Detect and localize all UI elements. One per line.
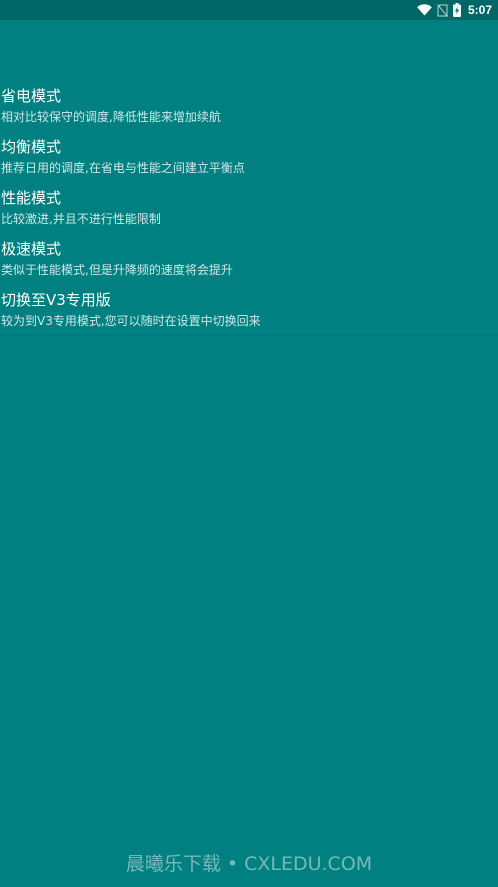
- battery-charging-icon: [452, 3, 461, 17]
- mode-description: 类似于性能模式,但是升降频的速度将会提升: [1, 263, 233, 277]
- mode-description: 比较激进,并且不进行性能限制: [1, 212, 161, 226]
- mode-item-performance[interactable]: 性能模式 比较激进,并且不进行性能限制: [0, 183, 498, 234]
- status-time: 5:07: [467, 3, 492, 17]
- mode-title: 极速模式: [1, 240, 62, 258]
- status-icons: 5:07: [417, 0, 492, 20]
- mode-item-turbo[interactable]: 极速模式 类似于性能模式,但是升降频的速度将会提升: [0, 234, 498, 285]
- mode-item-balanced[interactable]: 均衡模式 推荐日用的调度,在省电与性能之间建立平衡点: [0, 132, 498, 183]
- mode-title: 均衡模式: [1, 138, 62, 156]
- mode-title: 性能模式: [1, 189, 62, 207]
- mode-list: 省电模式 相对比较保守的调度,降低性能来增加续航 均衡模式 推荐日用的调度,在省…: [0, 81, 498, 336]
- mode-item-switch-v3[interactable]: 切换至V3专用版 较为到V3专用模式,您可以随时在设置中切换回来: [0, 285, 498, 336]
- mode-description: 较为到V3专用模式,您可以随时在设置中切换回来: [1, 314, 261, 328]
- mode-description: 相对比较保守的调度,降低性能来增加续航: [1, 110, 221, 124]
- mode-description: 推荐日用的调度,在省电与性能之间建立平衡点: [1, 161, 245, 175]
- watermark: 晨曦乐下载 • CXLEDU.COM: [125, 853, 373, 875]
- wifi-icon: [417, 4, 432, 16]
- mode-title: 省电模式: [1, 87, 62, 105]
- no-sim-icon: [437, 3, 448, 17]
- status-bar: 5:07: [0, 0, 498, 20]
- mode-title: 切换至V3专用版: [1, 291, 111, 309]
- mode-item-power-saving[interactable]: 省电模式 相对比较保守的调度,降低性能来增加续航: [0, 81, 498, 132]
